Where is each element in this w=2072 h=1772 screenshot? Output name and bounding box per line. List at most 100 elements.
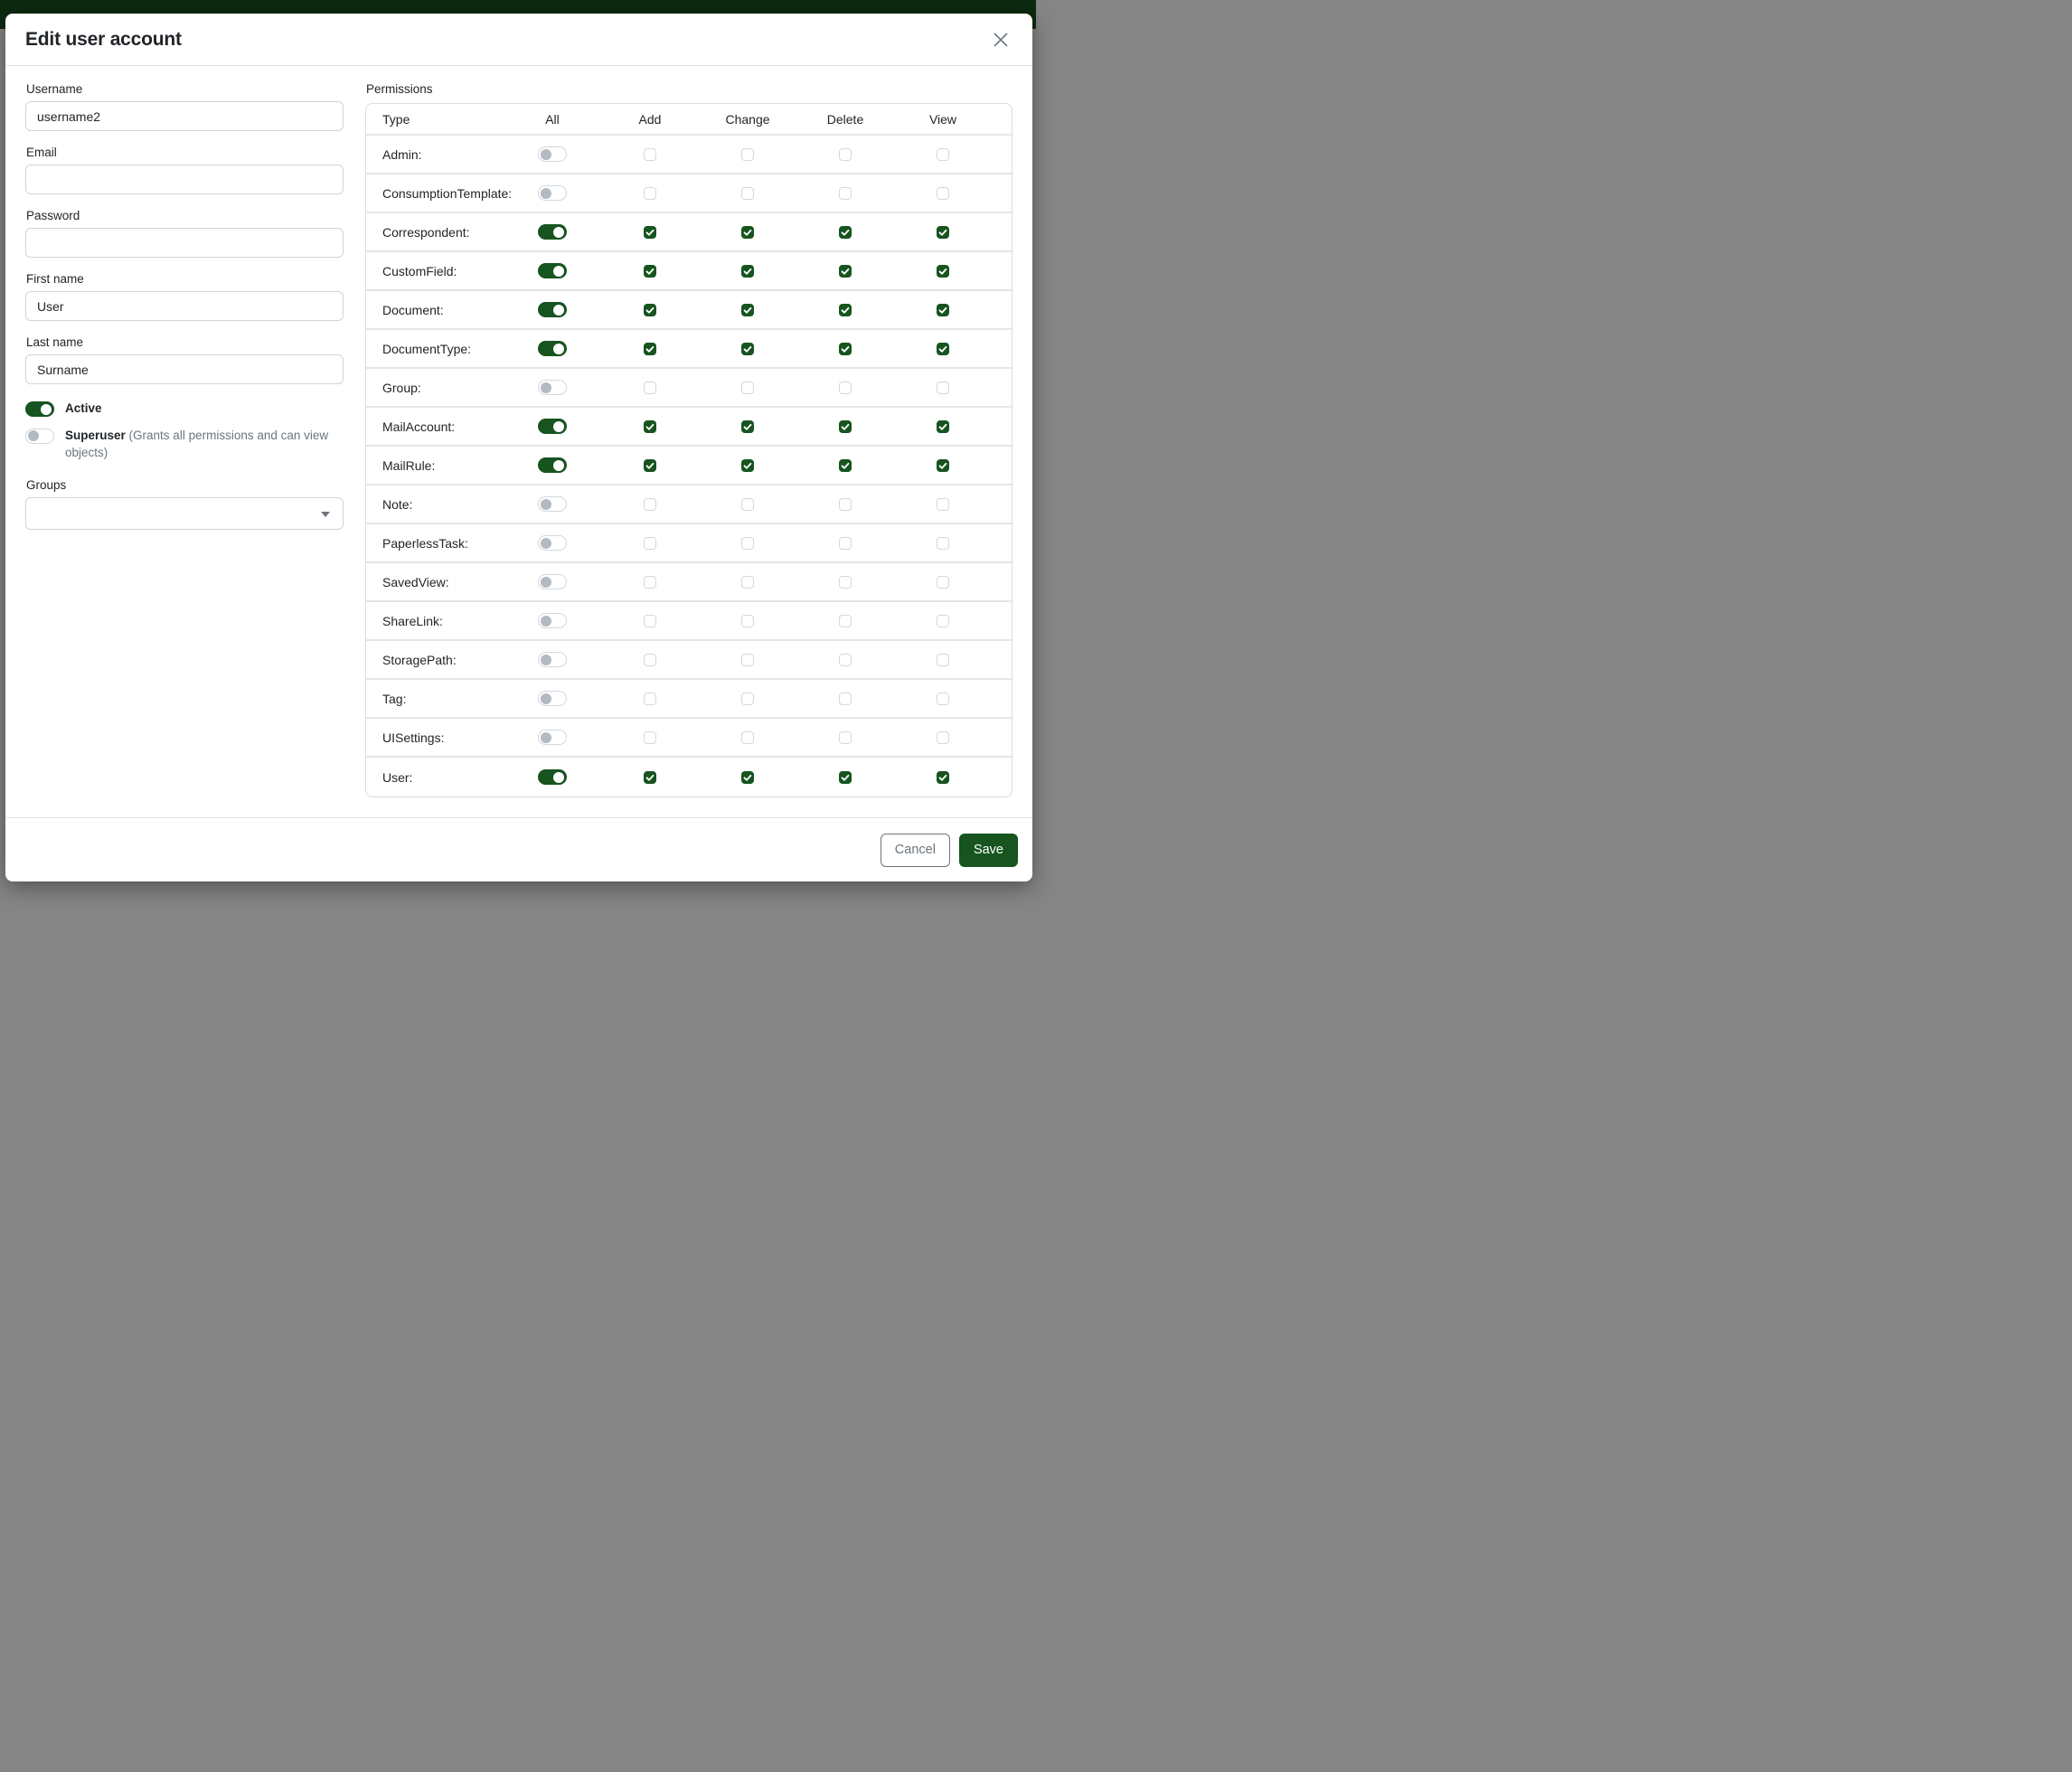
permission-all-toggle[interactable] — [538, 730, 567, 745]
permission-all-toggle[interactable] — [538, 535, 567, 551]
permission-delete-checkbox[interactable] — [839, 693, 852, 705]
permission-add-checkbox[interactable] — [644, 693, 656, 705]
permission-change-checkbox[interactable] — [741, 304, 754, 316]
permission-delete-checkbox[interactable] — [839, 187, 852, 200]
permission-change-checkbox[interactable] — [741, 148, 754, 161]
permission-delete-checkbox[interactable] — [839, 771, 852, 784]
permission-all-toggle[interactable] — [538, 263, 567, 278]
first-name-input[interactable] — [25, 291, 344, 321]
permission-view-checkbox[interactable] — [937, 304, 949, 316]
permission-change-checkbox[interactable] — [741, 693, 754, 705]
permission-delete-checkbox[interactable] — [839, 382, 852, 394]
permission-add-checkbox[interactable] — [644, 226, 656, 239]
permission-delete-checkbox[interactable] — [839, 731, 852, 744]
permission-change-checkbox[interactable] — [741, 343, 754, 355]
password-input[interactable] — [25, 228, 344, 258]
permission-view-checkbox[interactable] — [937, 420, 949, 433]
user-form: Username Email Password First name Last … — [25, 82, 344, 544]
permission-view-checkbox[interactable] — [937, 459, 949, 472]
permission-row: UISettings: — [366, 719, 1012, 758]
permission-add-checkbox[interactable] — [644, 420, 656, 433]
permission-delete-checkbox[interactable] — [839, 343, 852, 355]
permission-delete-checkbox[interactable] — [839, 420, 852, 433]
permission-add-checkbox[interactable] — [644, 265, 656, 278]
permission-change-checkbox[interactable] — [741, 187, 754, 200]
permission-view-checkbox[interactable] — [937, 498, 949, 511]
permission-change-checkbox[interactable] — [741, 498, 754, 511]
close-button[interactable] — [989, 28, 1012, 52]
permission-change-checkbox[interactable] — [741, 537, 754, 550]
permission-all-toggle[interactable] — [538, 574, 567, 589]
save-button[interactable]: Save — [959, 834, 1018, 867]
permission-delete-checkbox[interactable] — [839, 576, 852, 589]
superuser-toggle[interactable] — [25, 429, 54, 444]
permission-change-checkbox[interactable] — [741, 615, 754, 627]
permission-view-checkbox[interactable] — [937, 265, 949, 278]
permission-view-checkbox[interactable] — [937, 654, 949, 666]
active-toggle[interactable] — [25, 401, 54, 417]
permission-add-checkbox[interactable] — [644, 537, 656, 550]
permission-view-checkbox[interactable] — [937, 382, 949, 394]
permission-all-toggle[interactable] — [538, 457, 567, 473]
permission-add-checkbox[interactable] — [644, 498, 656, 511]
permission-add-checkbox[interactable] — [644, 654, 656, 666]
permission-change-checkbox[interactable] — [741, 382, 754, 394]
permission-change-checkbox[interactable] — [741, 731, 754, 744]
permission-change-checkbox[interactable] — [741, 226, 754, 239]
permission-view-checkbox[interactable] — [937, 148, 949, 161]
permission-change-checkbox[interactable] — [741, 654, 754, 666]
permission-add-checkbox[interactable] — [644, 771, 656, 784]
permission-all-toggle[interactable] — [538, 185, 567, 201]
permission-change-checkbox[interactable] — [741, 771, 754, 784]
permission-add-checkbox[interactable] — [644, 343, 656, 355]
permission-change-checkbox[interactable] — [741, 459, 754, 472]
permission-all-toggle[interactable] — [538, 691, 567, 706]
permission-all-toggle[interactable] — [538, 652, 567, 667]
cancel-button[interactable]: Cancel — [881, 834, 950, 867]
permission-delete-checkbox[interactable] — [839, 304, 852, 316]
permission-delete-checkbox[interactable] — [839, 265, 852, 278]
permission-delete-checkbox[interactable] — [839, 654, 852, 666]
permission-delete-checkbox[interactable] — [839, 498, 852, 511]
check-icon — [645, 344, 655, 354]
permission-view-checkbox[interactable] — [937, 615, 949, 627]
permission-all-toggle[interactable] — [538, 769, 567, 785]
permission-all-toggle[interactable] — [538, 613, 567, 628]
column-header-type: Type — [366, 112, 504, 127]
permission-change-checkbox[interactable] — [741, 576, 754, 589]
permission-all-toggle[interactable] — [538, 380, 567, 395]
permission-view-checkbox[interactable] — [937, 187, 949, 200]
permission-view-checkbox[interactable] — [937, 537, 949, 550]
permission-delete-checkbox[interactable] — [839, 537, 852, 550]
permission-delete-checkbox[interactable] — [839, 459, 852, 472]
permission-all-toggle[interactable] — [538, 496, 567, 512]
permission-add-checkbox[interactable] — [644, 615, 656, 627]
permission-change-checkbox[interactable] — [741, 420, 754, 433]
permission-view-checkbox[interactable] — [937, 731, 949, 744]
permission-add-checkbox[interactable] — [644, 459, 656, 472]
permission-view-checkbox[interactable] — [937, 771, 949, 784]
groups-select[interactable] — [25, 497, 344, 530]
permission-all-toggle[interactable] — [538, 302, 567, 317]
permission-add-checkbox[interactable] — [644, 382, 656, 394]
permission-add-checkbox[interactable] — [644, 148, 656, 161]
permission-add-checkbox[interactable] — [644, 731, 656, 744]
last-name-input[interactable] — [25, 354, 344, 384]
permission-all-toggle[interactable] — [538, 341, 567, 356]
permission-delete-checkbox[interactable] — [839, 148, 852, 161]
permission-delete-checkbox[interactable] — [839, 615, 852, 627]
permission-change-checkbox[interactable] — [741, 265, 754, 278]
username-input[interactable] — [25, 101, 344, 131]
permission-view-checkbox[interactable] — [937, 343, 949, 355]
permission-view-checkbox[interactable] — [937, 226, 949, 239]
permission-add-checkbox[interactable] — [644, 576, 656, 589]
permission-delete-checkbox[interactable] — [839, 226, 852, 239]
permission-view-checkbox[interactable] — [937, 693, 949, 705]
permission-view-checkbox[interactable] — [937, 576, 949, 589]
permission-add-checkbox[interactable] — [644, 304, 656, 316]
permission-add-checkbox[interactable] — [644, 187, 656, 200]
permission-all-toggle[interactable] — [538, 146, 567, 162]
permission-all-toggle[interactable] — [538, 419, 567, 434]
email-input[interactable] — [25, 165, 344, 194]
permission-all-toggle[interactable] — [538, 224, 567, 240]
